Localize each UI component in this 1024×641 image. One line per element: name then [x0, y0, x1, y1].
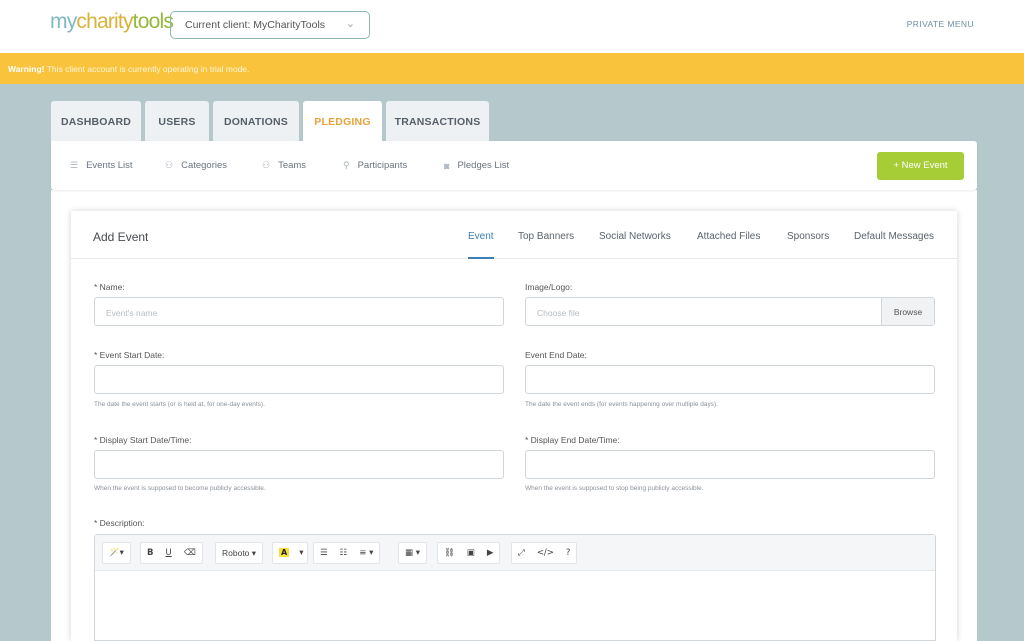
image-file-input[interactable]: Choose file Browse: [525, 297, 935, 326]
trial-warning-banner: Warning! This client account is currentl…: [0, 53, 1024, 84]
end-date-input[interactable]: [525, 365, 935, 394]
bold-button[interactable]: B: [141, 548, 159, 558]
display-start-help: When the event is supposed to become pub…: [94, 485, 266, 492]
add-event-panel: Add Event Event Top Banners Social Netwo…: [71, 211, 957, 641]
warning-text: This client account is currently operati…: [44, 64, 250, 74]
start-date-label: * Event Start Date:: [94, 350, 165, 360]
description-label: * Description:: [94, 518, 145, 528]
logo[interactable]: mycharitytools: [50, 10, 174, 34]
image-label: Image/Logo:: [525, 282, 573, 292]
list-icon: ☰: [70, 160, 79, 170]
top-bar: mycharitytools Current client: MyCharity…: [0, 0, 1024, 53]
subnav-events-list[interactable]: ☰ Events List: [70, 160, 133, 171]
tab-top-banners[interactable]: Top Banners: [518, 231, 574, 242]
subnav-teams[interactable]: ⚇ Teams: [262, 160, 306, 171]
subnav-participants[interactable]: ⚲ Participants: [343, 160, 407, 171]
users-icon: ⚇: [262, 160, 271, 170]
underline-button[interactable]: U: [159, 548, 177, 558]
subnav-categories[interactable]: ⚇ Categories: [165, 160, 227, 171]
users-icon: ⚇: [165, 160, 174, 170]
warning-label: Warning!: [8, 64, 45, 74]
tab-donations[interactable]: DONATIONS: [213, 101, 299, 141]
link-icon[interactable]: ⛓: [438, 548, 461, 558]
description-editor: 🪄▾ B U ⌫ Roboto ▾ A ▾ ☰ ☷ ≡ ▾ ▦ ▾ ⛓ ▣ ▶ …: [94, 534, 936, 641]
tab-event[interactable]: Event: [468, 231, 494, 242]
editor-toolbar: 🪄▾ B U ⌫ Roboto ▾ A ▾ ☰ ☷ ≡ ▾ ▦ ▾ ⛓ ▣ ▶ …: [95, 535, 935, 571]
unordered-list-icon[interactable]: ☰: [314, 548, 334, 558]
start-date-help: The date the event starts (or is held at…: [94, 401, 265, 408]
name-input[interactable]: Event's name: [94, 297, 504, 326]
font-family-select[interactable]: Roboto ▾: [216, 548, 262, 559]
display-start-input[interactable]: [94, 450, 504, 479]
new-event-button[interactable]: + New Event: [877, 152, 964, 180]
color-dropdown-icon[interactable]: ▾: [295, 548, 307, 558]
image-icon[interactable]: ▣: [461, 548, 481, 558]
display-end-input[interactable]: [525, 450, 935, 479]
chevron-down-icon: ⌄: [345, 18, 355, 30]
tab-attached-files[interactable]: Attached Files: [697, 231, 760, 242]
align-icon[interactable]: ≡ ▾: [353, 548, 379, 558]
panel-header: Add Event Event Top Banners Social Netwo…: [71, 211, 957, 259]
text-color-button[interactable]: A: [273, 548, 295, 558]
display-end-help: When the event is supposed to stop being…: [525, 485, 704, 492]
tab-pledging[interactable]: PLEDGING: [303, 101, 382, 141]
name-label: * Name:: [94, 282, 125, 292]
tab-social-networks[interactable]: Social Networks: [599, 231, 671, 242]
end-date-help: The date the event ends (for events happ…: [525, 401, 718, 408]
ordered-list-icon[interactable]: ☷: [334, 548, 354, 558]
tab-transactions[interactable]: TRANSACTIONS: [386, 101, 489, 141]
editor-content-area[interactable]: [95, 571, 935, 641]
display-start-label: * Display Start Date/Time:: [94, 435, 192, 445]
tab-sponsors[interactable]: Sponsors: [787, 231, 829, 242]
tab-default-messages[interactable]: Default Messages: [854, 231, 934, 242]
fullscreen-icon[interactable]: ⤢: [512, 548, 531, 558]
end-date-label: Event End Date:: [525, 350, 587, 360]
help-icon[interactable]: ?: [560, 548, 577, 558]
video-icon[interactable]: ▶: [481, 548, 500, 558]
subnav-pledges-list[interactable]: ◙ Pledges List: [444, 160, 509, 171]
table-icon[interactable]: ▦ ▾: [399, 548, 426, 558]
display-end-label: * Display End Date/Time:: [525, 435, 620, 445]
active-tab-indicator: [468, 257, 494, 259]
client-select[interactable]: Current client: MyCharityTools ⌄: [170, 11, 370, 39]
start-date-input[interactable]: [94, 365, 504, 394]
main-tabs: DASHBOARD USERS DONATIONS PLEDGING TRANS…: [51, 101, 493, 141]
tab-users[interactable]: USERS: [145, 101, 209, 141]
camera-icon: ◙: [444, 160, 450, 171]
magic-wand-icon[interactable]: 🪄▾: [103, 548, 130, 558]
eraser-icon[interactable]: ⌫: [178, 548, 202, 558]
panel-title: Add Event: [93, 230, 149, 244]
user-icon: ⚲: [343, 160, 350, 170]
tab-dashboard[interactable]: DASHBOARD: [51, 101, 141, 141]
browse-button[interactable]: Browse: [881, 298, 934, 325]
code-view-icon[interactable]: </>: [531, 548, 560, 558]
private-menu-link[interactable]: PRIVATE MENU: [907, 19, 974, 29]
pledging-subnav: ☰ Events List ⚇ Categories ⚇ Teams ⚲ Par…: [51, 141, 977, 190]
